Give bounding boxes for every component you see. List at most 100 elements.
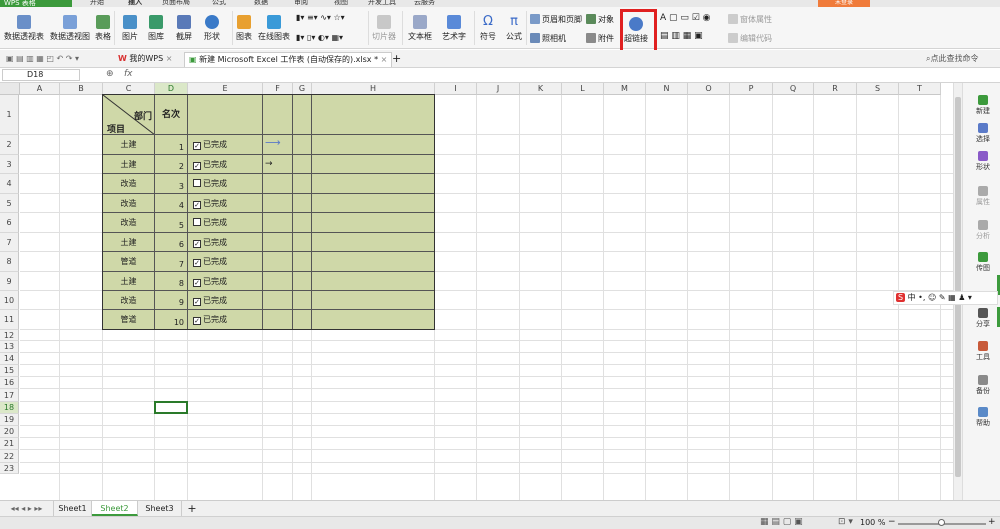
close-icon[interactable]: × (166, 54, 173, 63)
item-name-cell[interactable]: 土建 (103, 135, 155, 155)
diagonal-header-cell[interactable]: 部门 项目 (103, 95, 155, 135)
table-cell[interactable] (263, 174, 293, 194)
rank-cell[interactable]: 9 (155, 291, 188, 310)
selected-cell[interactable] (154, 401, 188, 414)
table-cell[interactable] (263, 310, 293, 330)
column-header[interactable]: T (899, 83, 941, 95)
tab-developer[interactable]: 开发工具 (368, 0, 396, 7)
table-cell[interactable] (263, 291, 293, 310)
table-cell[interactable] (312, 155, 435, 174)
picture-button[interactable]: 图片 (122, 15, 138, 42)
scrollbar-thumb[interactable] (955, 97, 961, 477)
tab-insert[interactable]: 插入 (128, 0, 142, 7)
status-checkbox-cell[interactable]: ✓ 已完成 (188, 155, 263, 174)
column-header[interactable]: Q (773, 83, 814, 95)
status-checkbox-cell[interactable]: ✓ 已完成 (188, 135, 263, 155)
pivot-table-button[interactable]: 数据透视表 (4, 15, 44, 42)
table-cell[interactable] (312, 174, 435, 194)
column-header[interactable]: R (814, 83, 857, 95)
row-header[interactable]: 10 (0, 291, 19, 310)
symbol-button[interactable]: Ω 符号 (480, 15, 496, 42)
status-checkbox-cell[interactable]: ✓ 已完成 (188, 291, 263, 310)
panel-property-button[interactable]: 属性 (966, 186, 1000, 207)
checkbox-checked-icon[interactable]: ✓ (193, 259, 201, 267)
tab-document[interactable]: ▣ 新建 Microsoft Excel 工作表 (自动保存的).xlsx * … (184, 52, 393, 67)
item-name-cell[interactable]: 管道 (103, 310, 155, 330)
tab-my-wps[interactable]: W 我的WPS × (114, 52, 176, 67)
shapes-button[interactable]: 形状 (204, 15, 220, 42)
zoom-slider-handle[interactable] (938, 519, 945, 526)
new-tab-button[interactable]: + (388, 52, 405, 67)
table-cell[interactable] (263, 252, 293, 272)
pivot-chart-button[interactable]: 数据透视图 (50, 15, 90, 42)
status-checkbox-cell[interactable]: ✓ 已完成 (188, 233, 263, 252)
status-checkbox-cell[interactable]: ✓ 已完成 (188, 272, 263, 291)
column-header[interactable]: A (20, 83, 60, 95)
rank-cell[interactable]: 1 (155, 135, 188, 155)
arrow-shape[interactable]: ⟶ (265, 137, 291, 149)
table-cell[interactable] (312, 291, 435, 310)
table-cell[interactable] (293, 310, 312, 330)
rank-cell[interactable]: 8 (155, 272, 188, 291)
column-header[interactable]: E (188, 83, 263, 95)
form-controls-row[interactable]: A ▢ ▭ ☑ ◉ (660, 13, 711, 23)
row-header[interactable]: 7 (0, 233, 19, 252)
online-chart-button[interactable]: 在线图表 (258, 15, 290, 42)
row-header[interactable]: 20 (0, 426, 19, 438)
tab-data[interactable]: 数据 (254, 0, 268, 7)
item-name-cell[interactable]: 改造 (103, 174, 155, 194)
table-cell[interactable] (263, 213, 293, 233)
table-cell[interactable] (293, 194, 312, 213)
rank-cell[interactable]: 10 (155, 310, 188, 330)
wordart-button[interactable]: 艺术字 (442, 15, 466, 42)
table-cell[interactable] (293, 155, 312, 174)
table-cell[interactable] (293, 291, 312, 310)
checkbox-checked-icon[interactable]: ✓ (193, 201, 201, 209)
table-cell[interactable] (312, 135, 435, 155)
table-cell[interactable] (293, 252, 312, 272)
panel-backup-button[interactable]: 备份 (966, 375, 1000, 396)
quick-access-toolbar[interactable]: ▣ ▤ ▥ ▦ ◰ ↶ ↷ ▾ (2, 52, 83, 67)
row-header[interactable]: 9 (0, 272, 19, 291)
row-header[interactable]: 21 (0, 438, 19, 450)
camera-button[interactable]: 照相机 (530, 33, 566, 44)
ime-toolbar[interactable]: S 中 •, ☺ ✎ ▦ ♟ ▾ (893, 291, 998, 305)
row-header[interactable]: 2 (0, 135, 19, 155)
item-name-cell[interactable]: 改造 (103, 194, 155, 213)
column-header[interactable]: G (293, 83, 312, 95)
name-box[interactable]: D18 (2, 69, 80, 81)
add-sheet-button[interactable]: + (182, 501, 202, 516)
tab-page-layout[interactable]: 页面布局 (162, 0, 190, 7)
control-properties-button[interactable]: 窗体属性 (728, 14, 772, 25)
screenshot-button[interactable]: 截屏 (176, 15, 192, 42)
zoom-icon[interactable]: ⊕ (106, 69, 114, 79)
panel-shape-button[interactable]: 形状 (966, 151, 1000, 172)
checkbox-icon[interactable] (193, 179, 201, 187)
table-cell[interactable] (188, 95, 263, 135)
row-header[interactable]: 19 (0, 414, 19, 426)
table-cell[interactable] (312, 95, 435, 135)
header-footer-button[interactable]: 页眉和页脚 (530, 14, 582, 25)
row-header[interactable]: 1 (0, 95, 19, 135)
panel-share-button[interactable]: 分享 (966, 308, 1000, 329)
row-header[interactable]: 6 (0, 213, 19, 233)
zoom-out-button[interactable]: − (888, 517, 896, 527)
tab-home[interactable]: 开始 (90, 0, 104, 7)
spreadsheet-grid[interactable]: A B C D E F G H I J K L M N O P Q R S T 1 2 3 4 5 6 7 8 9 10 11 12 13 14 1… (0, 83, 962, 500)
sheet-tab-3[interactable]: Sheet3 (138, 501, 182, 516)
table-cell[interactable] (312, 194, 435, 213)
app-logo[interactable]: WPS 表格 (0, 0, 72, 7)
row-header[interactable]: 13 (0, 341, 19, 353)
sheet-tab-2[interactable]: Sheet2 (92, 501, 138, 516)
rank-cell[interactable]: 6 (155, 233, 188, 252)
close-icon[interactable]: × (381, 55, 388, 64)
row-header[interactable]: 17 (0, 389, 19, 402)
column-header[interactable]: N (646, 83, 688, 95)
row-header[interactable]: 14 (0, 353, 19, 365)
column-header[interactable]: C (103, 83, 155, 95)
header-rank-cell[interactable]: 名次 (155, 95, 188, 135)
table-cell[interactable] (293, 174, 312, 194)
row-header[interactable]: 5 (0, 194, 19, 213)
table-cell[interactable] (312, 213, 435, 233)
status-checkbox-cell[interactable]: 已完成 (188, 213, 263, 233)
